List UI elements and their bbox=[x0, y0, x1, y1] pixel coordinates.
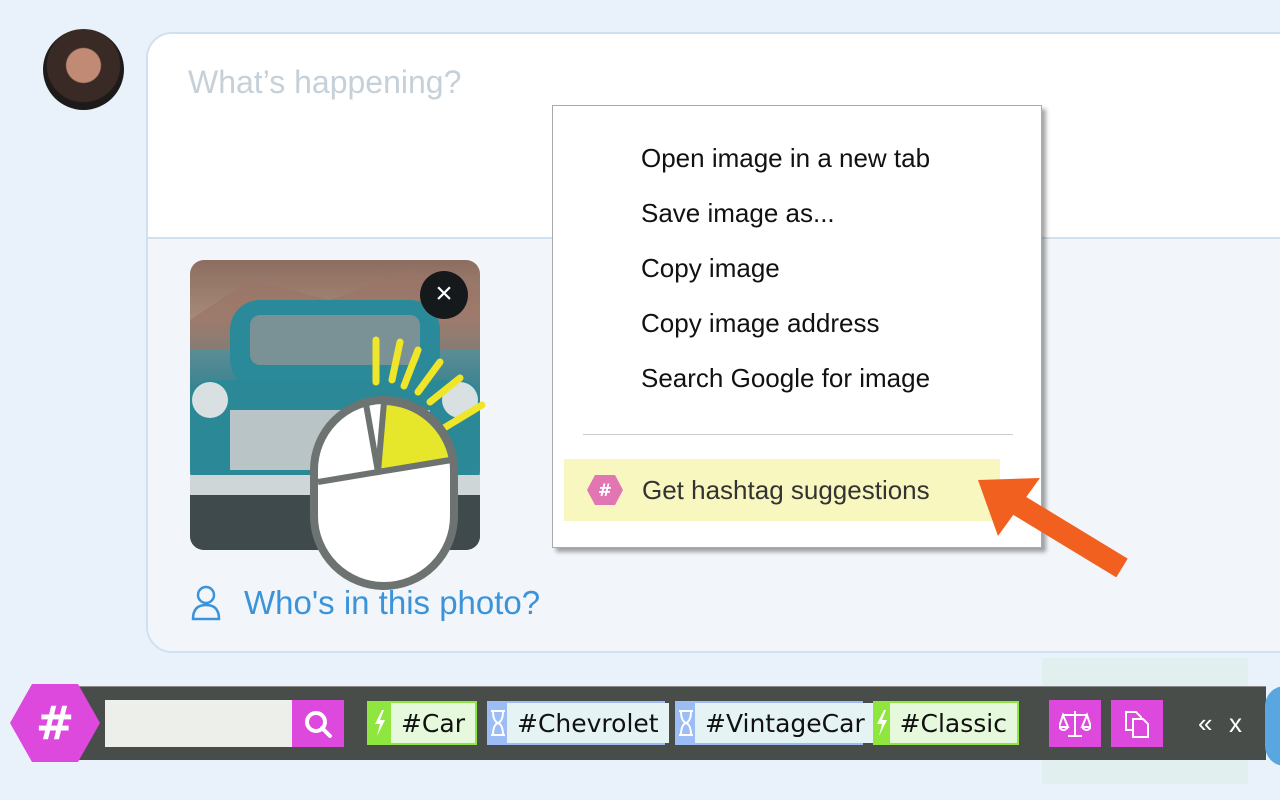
tweet-button-edge[interactable] bbox=[1265, 686, 1280, 766]
search-icon bbox=[305, 710, 332, 738]
hashtag-label: #Classic bbox=[889, 703, 1017, 743]
person-icon bbox=[191, 585, 221, 621]
menu-item-copy-image[interactable]: Copy image bbox=[641, 253, 780, 284]
search-button[interactable] bbox=[292, 700, 344, 747]
scales-icon bbox=[1059, 710, 1091, 737]
hashtag-suggestions-label: Get hashtag suggestions bbox=[642, 474, 930, 505]
menu-item-copy-address[interactable]: Copy image address bbox=[641, 308, 879, 339]
lightning-icon bbox=[875, 703, 890, 743]
copy-button[interactable] bbox=[1111, 700, 1163, 747]
hashtag-logo-icon: # bbox=[10, 684, 100, 762]
menu-item-save-image[interactable]: Save image as... bbox=[641, 198, 835, 229]
menu-item-search-google[interactable]: Search Google for image bbox=[641, 363, 930, 394]
avatar[interactable] bbox=[43, 29, 124, 110]
hashtag-hex-icon: # bbox=[587, 475, 623, 505]
hashtag-label: #VintageCar bbox=[695, 703, 875, 743]
hashtag-chip-vintagecar[interactable]: #VintageCar bbox=[675, 701, 875, 745]
lightning-icon bbox=[369, 703, 391, 743]
copy-icon bbox=[1125, 710, 1149, 738]
hashtag-chip-chevrolet[interactable]: #Chevrolet bbox=[487, 701, 669, 745]
compose-placeholder: What’s happening? bbox=[188, 64, 462, 100]
close-toolbar-button[interactable]: x bbox=[1229, 708, 1242, 739]
menu-separator bbox=[583, 434, 1013, 435]
mouse-click-illustration bbox=[310, 336, 486, 590]
compare-button[interactable] bbox=[1049, 700, 1101, 747]
hashtag-label: #Car bbox=[390, 703, 475, 743]
menu-item-open-new-tab[interactable]: Open image in a new tab bbox=[641, 143, 930, 174]
hourglass-icon bbox=[489, 703, 507, 743]
remove-photo-button[interactable]: × bbox=[420, 271, 468, 319]
collapse-button[interactable]: « bbox=[1198, 708, 1212, 739]
svg-text:#: # bbox=[598, 481, 612, 501]
context-menu: Open image in a new tab Save image as...… bbox=[552, 105, 1042, 548]
hashtag-search-input[interactable] bbox=[105, 700, 292, 747]
hourglass-icon bbox=[677, 703, 695, 743]
pointer-arrow bbox=[978, 478, 1128, 578]
menu-item-hashtag-suggestions[interactable]: # Get hashtag suggestions bbox=[564, 459, 1000, 521]
svg-text:#: # bbox=[36, 696, 75, 750]
hashtag-label: #Chevrolet bbox=[507, 703, 669, 743]
hashtag-chip-car[interactable]: #Car bbox=[367, 701, 477, 745]
hashtag-chip-classic[interactable]: #Classic bbox=[873, 701, 1019, 745]
